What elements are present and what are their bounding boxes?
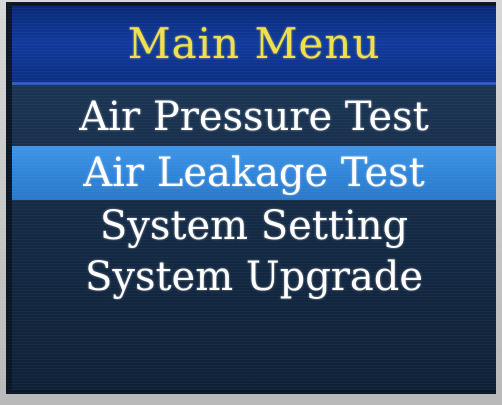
menu-item-label: System Upgrade (84, 254, 424, 300)
lcd-screen: Main Menu Air Pressure Test Air Leakage … (6, 2, 496, 394)
menu-item-system-upgrade[interactable]: System Upgrade (12, 250, 496, 304)
device-bezel: Main Menu Air Pressure Test Air Leakage … (0, 0, 502, 405)
menu-item-air-leakage-test[interactable]: Air Leakage Test (12, 146, 496, 200)
page-title: Main Menu (127, 19, 381, 68)
title-bar: Main Menu (12, 6, 496, 85)
menu-item-system-setting[interactable]: System Setting (12, 199, 496, 253)
main-menu: Air Pressure Test Air Leakage Test Syste… (12, 85, 496, 390)
menu-item-label: System Setting (99, 203, 409, 249)
menu-item-label: Air Pressure Test (79, 94, 429, 140)
menu-item-air-pressure-test[interactable]: Air Pressure Test (12, 90, 496, 144)
menu-item-label: Air Leakage Test (83, 150, 425, 196)
